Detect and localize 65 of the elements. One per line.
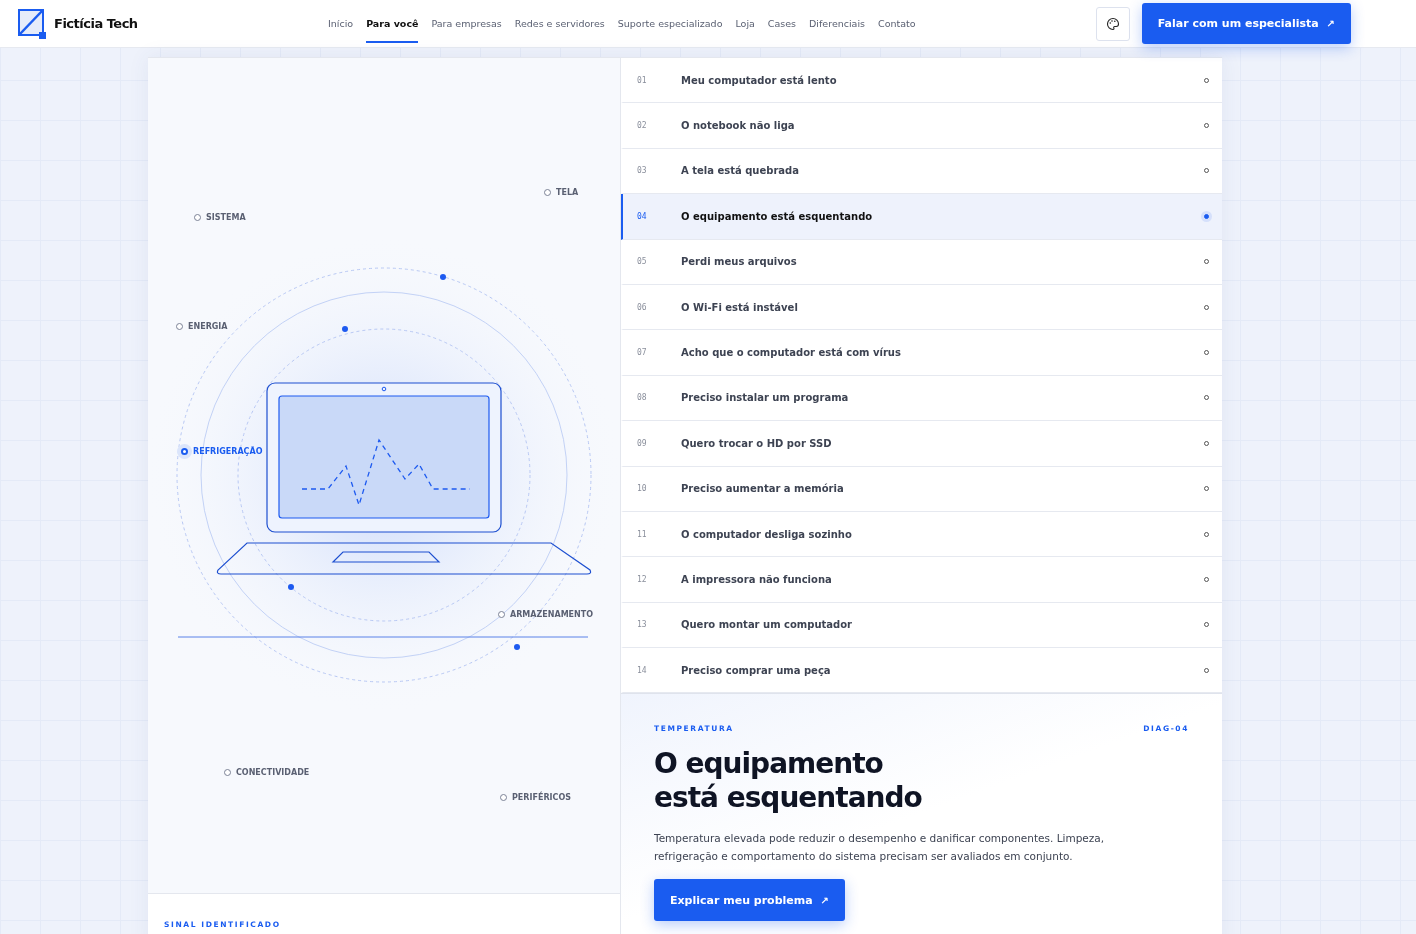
item-label: Quero montar um computador: [681, 619, 854, 631]
problem-item[interactable]: 05 Perdi meus arquivos: [621, 239, 1222, 285]
nav-link[interactable]: Para você: [366, 4, 419, 43]
nav-link[interactable]: Loja: [735, 4, 755, 43]
item-number: 13: [637, 620, 648, 630]
item-number: 10: [637, 484, 648, 494]
item-label: Perdi meus arquivos: [681, 256, 798, 268]
explain-button[interactable]: Explicar meu problema ↗: [654, 879, 845, 922]
item-number: 09: [637, 438, 648, 448]
problem-item[interactable]: 01 Meu computador está lento: [621, 58, 1222, 104]
problem-item[interactable]: 06 O Wi-Fi está instável: [621, 284, 1222, 331]
item-number: 14: [637, 665, 648, 675]
nav-link[interactable]: Contato: [878, 4, 916, 43]
item-label: Acho que o computador está com vírus: [681, 347, 902, 359]
item-number: 11: [637, 529, 648, 539]
problem-item[interactable]: 02 O notebook não liga: [621, 103, 1222, 149]
node-label: ARMAZENAMENTO: [510, 610, 594, 619]
status-dot: [1204, 213, 1209, 219]
problem-item[interactable]: 07 Acho que o computador está com vírus: [621, 330, 1222, 376]
nav-link[interactable]: Suporte especializado: [617, 4, 723, 43]
item-label: A tela está quebrada: [681, 165, 800, 177]
item-label: O equipamento está esquentando: [681, 210, 874, 222]
detail-title: O equipamento está esquentando: [654, 747, 923, 816]
nav-link[interactable]: Diferenciais: [809, 4, 866, 43]
problem-item[interactable]: 09 Quero trocar o HD por SSD: [621, 421, 1222, 467]
item-number: 05: [637, 257, 648, 267]
item-label: Preciso aumentar a memória: [681, 483, 845, 495]
detail-description: Temperatura elevada pode reduzir o desempenho e danificar componentes. Limpeza, refrigeração e comportamento do sistema precisam ser avaliados em conjunto.: [654, 831, 1106, 865]
item-number: 01: [637, 75, 648, 85]
logo-icon: [18, 8, 46, 39]
item-label: O Wi-Fi está instável: [681, 301, 799, 313]
item-number: 08: [637, 393, 648, 403]
item-label: A impressora não funciona: [681, 574, 833, 585]
node-label: TELA: [556, 188, 579, 197]
item-number: 03: [637, 166, 648, 176]
problem-item[interactable]: 12 A impressora não funciona: [621, 557, 1222, 603]
problem-item[interactable]: 04 O equipamento está esquentando: [621, 194, 1222, 240]
palette-button[interactable]: [1095, 6, 1130, 41]
palette-icon: [1105, 16, 1120, 31]
item-label: Meu computador está lento: [681, 74, 838, 86]
item-number: 06: [637, 302, 648, 312]
node-label: ENERGIA: [188, 322, 228, 331]
problem-item[interactable]: 13 Quero montar um computador: [621, 602, 1222, 649]
brand-name: Fictícia Tech: [54, 16, 138, 31]
item-label: O notebook não liga: [681, 120, 796, 132]
nav-link[interactable]: Início: [328, 4, 354, 43]
item-number: 02: [637, 121, 648, 131]
item-number: 12: [637, 575, 648, 584]
contact-button[interactable]: Falar com um especialista ↗: [1141, 3, 1351, 44]
nav-link[interactable]: Cases: [767, 4, 797, 43]
item-label: O computador desliga sozinho: [681, 528, 853, 540]
item-number: 07: [637, 348, 648, 358]
nav-link[interactable]: Para empresas: [431, 4, 502, 43]
nav-link[interactable]: Redes e servidores: [514, 4, 605, 43]
node-label: SISTEMA: [206, 213, 246, 222]
node-label: PERIFÉRICOS: [512, 793, 571, 802]
problem-item[interactable]: 10 Preciso aumentar a memória: [621, 466, 1222, 512]
item-label: Preciso comprar uma peça: [681, 664, 832, 676]
node-label: CONECTIVIDADE: [236, 768, 310, 777]
problem-item[interactable]: 08 Preciso instalar um programa: [621, 375, 1222, 422]
node-label: REFRIGERAÇÃO: [193, 447, 263, 456]
item-label: Quero trocar o HD por SSD: [681, 437, 833, 449]
item-label: Preciso instalar um programa: [681, 392, 850, 404]
item-number: 04: [637, 211, 648, 221]
problem-item[interactable]: 11 O computador desliga sozinho: [621, 511, 1222, 558]
